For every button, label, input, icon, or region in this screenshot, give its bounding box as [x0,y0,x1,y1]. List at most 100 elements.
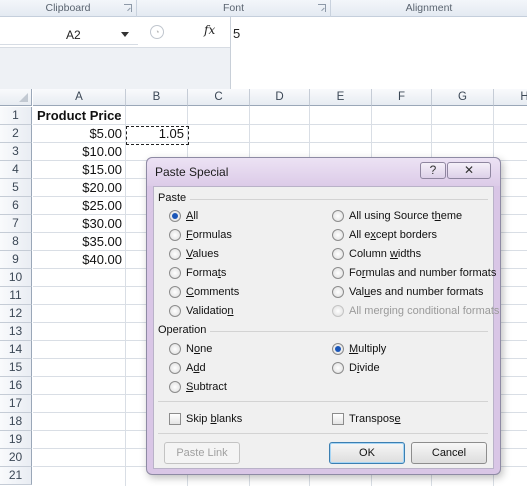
row-label: 1 [12,108,19,122]
row-header[interactable]: 6 [0,197,32,215]
row-label: 9 [12,252,19,266]
access-key: n [227,305,234,317]
column-header-g[interactable]: G [432,89,494,106]
row-header[interactable]: 9 [0,251,32,269]
cell-a6[interactable]: $25.00 [33,197,126,215]
option-label: Formulas and number formats [349,266,496,280]
cell-a7[interactable]: $30.00 [33,215,126,233]
row-header[interactable]: 3 [0,143,32,161]
radio-button[interactable] [332,286,344,298]
help-icon: ? [429,163,437,177]
row-header[interactable]: 10 [0,269,32,287]
column-header-e[interactable]: E [310,89,372,106]
formula-input[interactable]: 5 [233,26,240,41]
row-header[interactable]: 7 [0,215,32,233]
insert-function-icon[interactable]: fx [204,23,215,37]
chevron-down-icon[interactable] [121,32,129,37]
name-box[interactable]: A2 [0,25,138,45]
row-header[interactable]: 8 [0,233,32,251]
row-header[interactable]: 15 [0,359,32,377]
option-label: Column widths [349,247,421,261]
radio-button[interactable] [169,343,181,355]
ribbon-group-label: Alignment [405,2,453,14]
radio-button[interactable] [169,381,181,393]
option-label: Formats [186,266,226,280]
radio-button[interactable] [332,267,344,279]
radio-button[interactable] [169,286,181,298]
checkbox[interactable] [332,413,344,425]
ribbon-group-label: Clipboard [45,2,91,14]
column-header-h[interactable]: H [494,89,527,106]
select-all-corner[interactable] [0,89,32,106]
row-header[interactable]: 17 [0,395,32,413]
cancel-edit-icon[interactable]: ◔ [150,25,164,39]
row-label: 16 [8,378,23,392]
row-header[interactable]: 21 [0,467,32,485]
row-header[interactable]: 1 [0,107,32,125]
column-header-a[interactable]: A [33,89,126,106]
formula-bar: A2 ◔ fx 5 [0,17,527,89]
row-header[interactable]: 5 [0,179,32,197]
cell-a8[interactable]: $35.00 [33,233,126,251]
label-part: ll [193,210,199,222]
operation-section-label: Operation [158,324,207,336]
radio-button[interactable] [169,248,181,260]
cell-a9[interactable]: $40.00 [33,251,126,269]
paste-link-button: Paste Link [164,442,240,464]
column-header-c[interactable]: C [188,89,250,106]
section-divider [158,401,488,402]
close-button[interactable]: ✕ [447,162,491,179]
dialog-titlebar[interactable]: Paste Special ? ✕ [147,158,500,186]
label-part: omments [193,286,240,298]
row-header[interactable]: 2 [0,125,32,143]
radio-button[interactable] [332,362,344,374]
row-label: 3 [12,144,19,158]
dialog-body: Paste All Formulas Values Formats Commen… [153,186,499,469]
row-header[interactable]: 18 [0,413,32,431]
access-key: F [186,229,193,241]
row-header[interactable]: 12 [0,305,32,323]
row-header[interactable]: 14 [0,341,32,359]
row-header[interactable]: 16 [0,377,32,395]
column-header-f[interactable]: F [372,89,432,106]
checkbox[interactable] [169,413,181,425]
label-part: Val [349,286,365,298]
cell-a4[interactable]: $15.00 [33,161,126,179]
cell-a3[interactable]: $10.00 [33,143,126,161]
row-header[interactable]: 11 [0,287,32,305]
label-part: ultiply [358,343,387,355]
label-part: es and number formats [370,286,484,298]
cancel-button[interactable]: Cancel [411,442,487,464]
row-header[interactable]: 13 [0,323,32,341]
column-label: A [75,91,83,103]
row-label: 6 [12,198,19,212]
column-header-d[interactable]: D [250,89,310,106]
ok-button[interactable]: OK [329,442,405,464]
column-header-b[interactable]: B [126,89,188,106]
cell-a2[interactable]: $5.00 [33,125,126,143]
copy-marquee [126,126,189,145]
option-label: Formulas [186,228,232,242]
option-label: Validation [186,304,234,318]
label-part: All e [349,229,371,241]
dialog-launcher-icon[interactable] [318,4,326,12]
radio-button[interactable] [169,305,181,317]
dialog-launcher-icon[interactable] [124,4,132,12]
radio-button[interactable] [332,248,344,260]
row-header[interactable]: 4 [0,161,32,179]
label-part: ormulas [192,229,232,241]
cell-a1[interactable]: Product Price [33,107,126,125]
option-label: All using Source theme [349,209,462,223]
radio-button[interactable] [169,210,181,222]
radio-button[interactable] [169,229,181,241]
radio-button[interactable] [332,210,344,222]
radio-button[interactable] [169,267,181,279]
radio-button[interactable] [332,229,344,241]
radio-button[interactable] [169,362,181,374]
help-button[interactable]: ? [420,162,446,179]
cell-a5[interactable]: $20.00 [33,179,126,197]
radio-button[interactable] [332,343,344,355]
label-part: Column [349,248,390,260]
row-header[interactable]: 19 [0,431,32,449]
row-header[interactable]: 20 [0,449,32,467]
